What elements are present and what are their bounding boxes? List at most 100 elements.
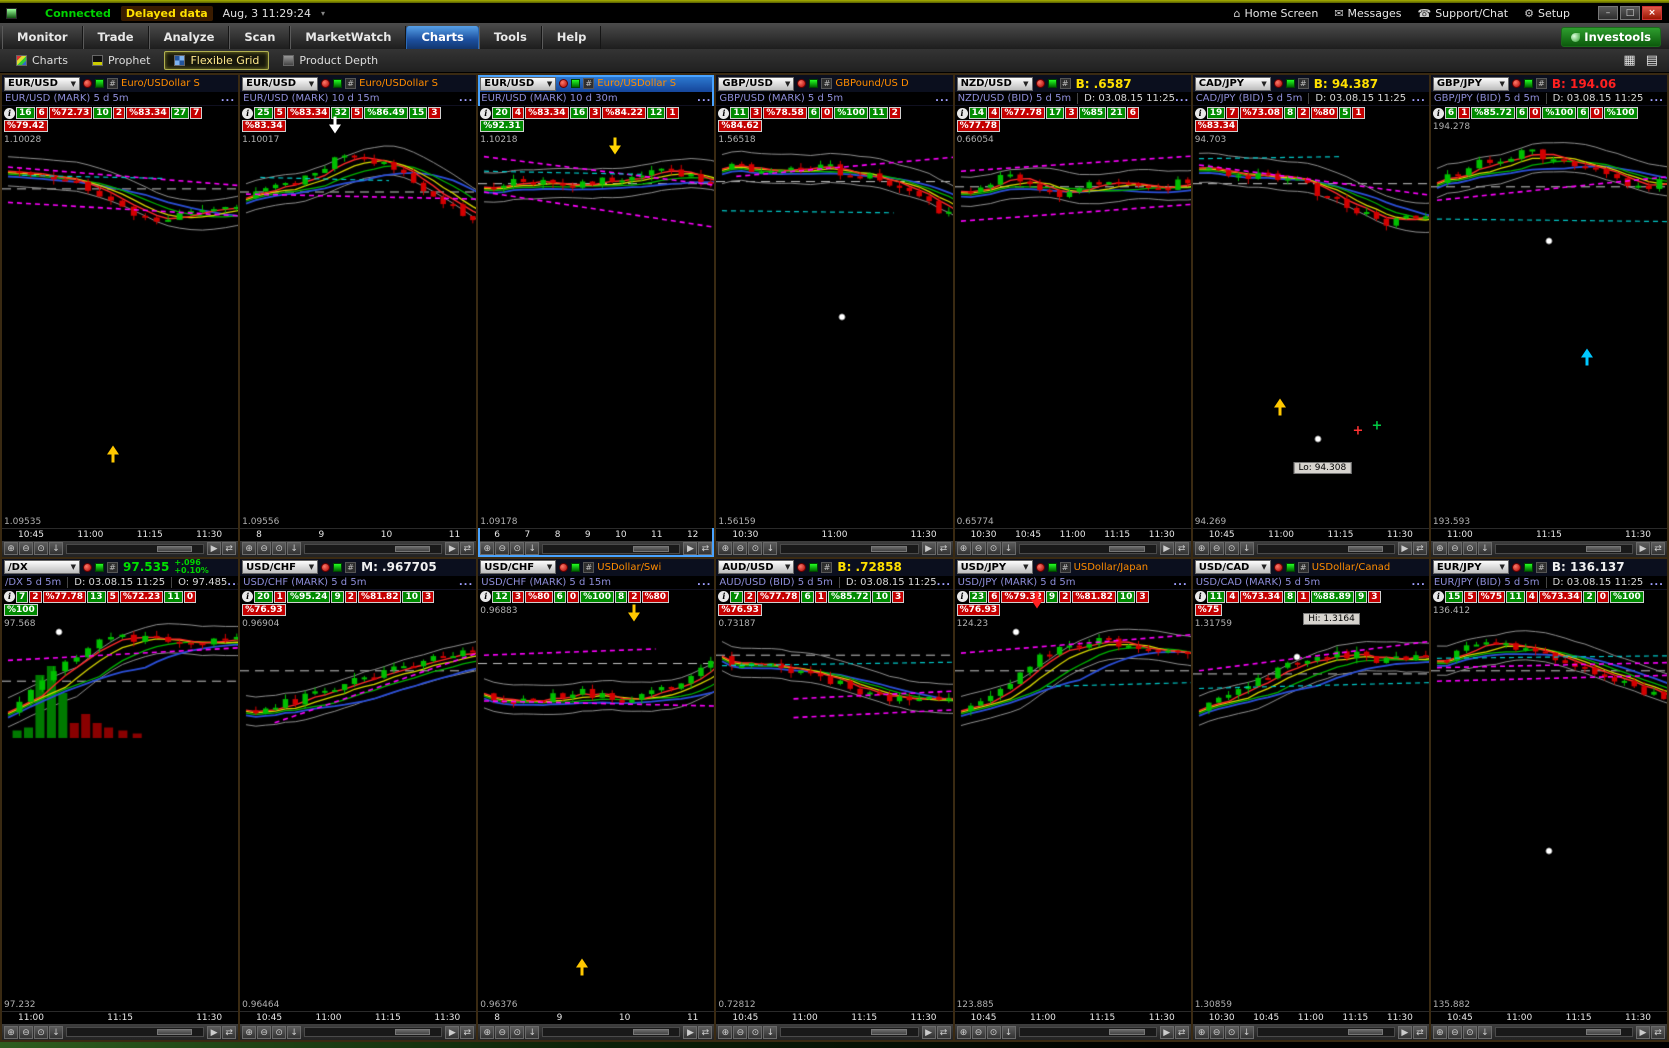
chart-panel-eur-usd-0[interactable]: EUR/USD ▼ # Euro/USDollar S EUR/USD (MAR… (2, 75, 239, 557)
pattern-toggle-icon[interactable]: # (1059, 561, 1071, 573)
time-scrollbar[interactable] (1256, 1027, 1395, 1037)
pattern-toggle-icon[interactable]: # (1535, 78, 1547, 89)
chart-style-icon[interactable] (333, 79, 343, 88)
pan-down-button[interactable]: ↓ (1239, 542, 1254, 555)
zoom-out-button[interactable]: ⊖ (1447, 1025, 1462, 1039)
titlebar-link-home-screen[interactable]: ⌂ Home Screen (1234, 7, 1319, 20)
chart-panel-aud-usd-10[interactable]: AUD/USD ▼ # B: .72858 AUD/USD (BID) 5 d … (716, 558, 953, 1040)
zoom-in-button[interactable]: ⊕ (4, 542, 18, 555)
scrollbar-thumb[interactable] (633, 1029, 669, 1035)
zoom-out-button[interactable]: ⊖ (257, 1025, 272, 1039)
chart-menu-dots[interactable]: ... (697, 577, 711, 588)
zoom-in-button[interactable]: ⊕ (1194, 1025, 1209, 1039)
fit-width-button[interactable]: ⇄ (460, 542, 475, 555)
scrollbar-thumb[interactable] (871, 545, 907, 552)
zoom-area-button[interactable]: ⊙ (272, 542, 287, 555)
zoom-out-button[interactable]: ⊖ (1447, 542, 1462, 555)
chart-style-icon[interactable] (571, 562, 581, 572)
pan-down-button[interactable]: ↓ (525, 542, 540, 555)
link-dot-icon[interactable] (1273, 79, 1283, 88)
pan-down-button[interactable]: ↓ (287, 1025, 302, 1039)
pan-down-button[interactable]: ↓ (49, 542, 63, 555)
chart-style-icon[interactable] (333, 562, 343, 572)
scrollbar-thumb[interactable] (395, 545, 431, 552)
chart-panel-gbp-jpy-6[interactable]: GBP/JPY ▼ # B: 194.06 GBP/JPY (BID) 5 d … (1430, 75, 1667, 557)
step-right-button[interactable]: ▶ (445, 542, 460, 555)
symbol-selector[interactable]: GBP/USD ▼ (718, 76, 795, 91)
link-dot-icon[interactable] (559, 562, 569, 572)
tab-help[interactable]: Help (541, 26, 602, 49)
zoom-area-button[interactable]: ⊙ (34, 542, 48, 555)
time-scrollbar[interactable] (66, 1027, 205, 1037)
symbol-selector[interactable]: /DX ▼ (4, 560, 80, 574)
fit-width-button[interactable]: ⇄ (222, 1025, 237, 1039)
step-right-button[interactable]: ▶ (683, 1025, 698, 1039)
zoom-area-button[interactable]: ⊙ (986, 542, 1001, 555)
step-right-button[interactable]: ▶ (1159, 1025, 1174, 1039)
zoom-out-button[interactable]: ⊖ (19, 1025, 33, 1039)
zoom-in-button[interactable]: ⊕ (1432, 542, 1447, 555)
link-dot-icon[interactable] (1035, 79, 1045, 88)
maximize-layout-button[interactable]: ▤ (1641, 53, 1663, 68)
grid-layout-button[interactable]: ▦ (1618, 53, 1640, 68)
zoom-area-button[interactable]: ⊙ (510, 1025, 525, 1039)
link-dot-icon[interactable] (559, 79, 569, 88)
scrollbar-thumb[interactable] (1585, 1029, 1622, 1035)
fit-width-button[interactable]: ⇄ (1174, 1025, 1189, 1039)
chart-area[interactable]: i 7 2 %77.78 13 5 %72.23 11 0 %100 97.568 97.232 (2, 589, 239, 1011)
chart-area[interactable]: i 11 4 %73.34 8 1 %88.89 9 3 %75 1.31759 1.30859 … (1192, 589, 1429, 1011)
zoom-in-button[interactable]: ⊕ (242, 542, 257, 555)
zoom-area-button[interactable]: ⊙ (1224, 1025, 1239, 1039)
pattern-toggle-icon[interactable]: # (1297, 561, 1309, 573)
pattern-toggle-icon[interactable]: # (345, 561, 357, 573)
clock-dropdown-icon[interactable]: ▾ (321, 9, 325, 18)
zoom-area-button[interactable]: ⊙ (748, 542, 763, 555)
time-scrollbar[interactable] (780, 543, 919, 554)
pattern-toggle-icon[interactable]: # (107, 78, 118, 89)
chart-menu-dots[interactable]: ... (221, 93, 235, 104)
chart-panel-nzd-usd-4[interactable]: NZD/USD ▼ # B: .6587 NZD/USD (BID) 5 d 5… (954, 75, 1191, 557)
chart-area[interactable]: i 7 2 %77.78 6 1 %85.72 10 3 %76.93 0.73187 0.728… (716, 589, 953, 1011)
link-dot-icon[interactable] (1511, 79, 1521, 88)
zoom-area-button[interactable]: ⊙ (748, 1025, 763, 1039)
pan-down-button[interactable]: ↓ (1477, 542, 1492, 555)
chart-area[interactable]: i 25 5 %83.34 32 5 %86.49 15 3 %83.34 1.10017 1.0… (240, 106, 477, 528)
chart-area[interactable]: i 20 4 %83.34 16 3 %84.22 12 1 %92.31 1.10218 1.0… (478, 106, 715, 528)
chart-area[interactable]: i 20 1 %95.24 9 2 %81.82 10 3 %76.93 0.96904 0.96… (240, 589, 477, 1011)
pattern-toggle-icon[interactable]: # (1535, 561, 1547, 573)
titlebar-link-messages[interactable]: ✉ Messages (1334, 7, 1401, 20)
zoom-out-button[interactable]: ⊖ (733, 1025, 748, 1039)
chart-panel-eur-jpy-13[interactable]: EUR/JPY ▼ # B: 136.137 EUR/JPY (BID) 5 d… (1430, 558, 1667, 1040)
minimize-button[interactable]: – (1598, 6, 1618, 20)
scrollbar-thumb[interactable] (156, 1029, 193, 1035)
chart-style-icon[interactable] (95, 562, 104, 572)
chart-menu-dots[interactable]: ... (935, 93, 949, 104)
chart-area[interactable]: i 23 6 %79.32 9 2 %81.82 10 3 %76.93 124.23 123.8… (954, 589, 1191, 1011)
chart-style-icon[interactable] (1523, 79, 1533, 88)
pan-down-button[interactable]: ↓ (1239, 1025, 1254, 1039)
chart-menu-dots[interactable]: ... (1411, 577, 1425, 588)
chart-area[interactable]: i 14 4 %77.78 17 3 %85 21 6 %77.78 0.66054 0.6577… (954, 106, 1191, 528)
scrollbar-thumb[interactable] (1585, 545, 1622, 552)
chart-area[interactable]: i 15 5 %75 11 4 %73.34 2 0 %100 136.412 135.882 (1430, 589, 1667, 1011)
time-scrollbar[interactable] (304, 543, 443, 554)
investools-badge[interactable]: Investools (1561, 27, 1661, 47)
chart-area[interactable]: i 12 3 %80 6 0 %100 8 2 %80 0.96883 0.96376 (478, 589, 715, 1011)
link-dot-icon[interactable] (83, 79, 92, 88)
zoom-in-button[interactable]: ⊕ (480, 542, 495, 555)
pan-down-button[interactable]: ↓ (49, 1025, 63, 1039)
tab-marketwatch[interactable]: MarketWatch (290, 26, 407, 49)
link-dot-icon[interactable] (321, 562, 331, 572)
pattern-toggle-icon[interactable]: # (1297, 78, 1309, 89)
zoom-in-button[interactable]: ⊕ (1194, 542, 1209, 555)
chart-menu-dots[interactable]: ... (1173, 577, 1187, 588)
tab-analyze[interactable]: Analyze (148, 26, 230, 49)
time-scrollbar[interactable] (1018, 1027, 1157, 1037)
time-scrollbar[interactable] (66, 543, 205, 554)
link-dot-icon[interactable] (83, 562, 92, 572)
symbol-selector[interactable]: USD/CAD ▼ (1194, 560, 1271, 574)
symbol-selector[interactable]: EUR/JPY ▼ (1432, 560, 1509, 574)
time-scrollbar[interactable] (542, 543, 681, 554)
maximize-button[interactable]: □ (1620, 6, 1640, 20)
pan-down-button[interactable]: ↓ (763, 542, 778, 555)
